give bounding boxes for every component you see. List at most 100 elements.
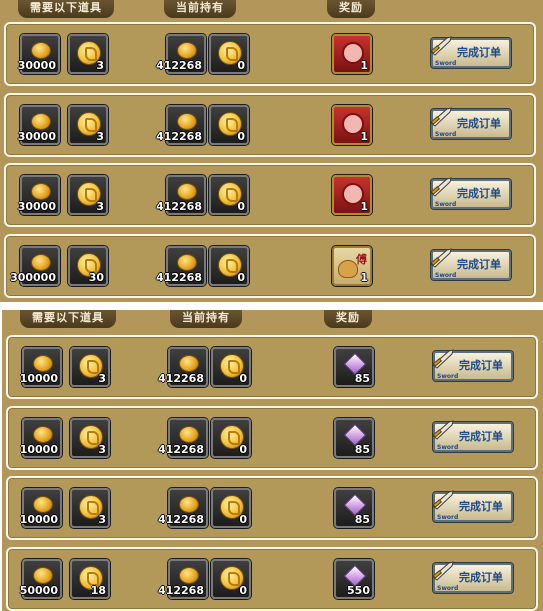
- sword-icon: [430, 248, 452, 268]
- complete-order-button[interactable]: 完成订单 Sword: [430, 36, 511, 68]
- held-token-slot[interactable]: 0: [209, 175, 249, 215]
- required-token-slot[interactable]: 30: [68, 246, 108, 286]
- sword-icon: [432, 349, 454, 369]
- header-required-items: 需要以下道具: [20, 310, 116, 328]
- required-coin-slot[interactable]: 10000: [19, 488, 62, 528]
- held-coin-slot[interactable]: 412268: [156, 246, 206, 286]
- held-coin-qty: 412268: [158, 584, 204, 597]
- held-coin-slot[interactable]: 412268: [158, 488, 208, 528]
- reward-slot[interactable]: 550: [334, 559, 374, 599]
- complete-order-label: 完成订单: [457, 258, 501, 271]
- order-panel-bottom: 需要以下道具 当前持有 奖励 10000 3 412268 0 85 完成订单: [2, 310, 543, 611]
- order-row: 50000 18 412268 0 550 完成订单 Sword: [6, 547, 538, 611]
- held-token-slot[interactable]: 0: [211, 418, 251, 458]
- held-token-slot[interactable]: 0: [211, 347, 251, 387]
- gold-coin-icon: [177, 183, 197, 200]
- reward-slot-bag[interactable]: 1: [332, 246, 372, 286]
- header-reward: 奖励: [324, 310, 372, 328]
- required-token-slot[interactable]: 3: [68, 34, 108, 74]
- gold-coin-icon: [31, 113, 51, 130]
- required-token-slot[interactable]: 3: [70, 418, 110, 458]
- sword-tag: Sword: [435, 272, 457, 279]
- required-token-slot[interactable]: 18: [70, 559, 110, 599]
- required-token-slot[interactable]: 3: [70, 347, 110, 387]
- required-coin-slot[interactable]: 30000: [17, 34, 60, 74]
- complete-order-button[interactable]: 完成订单 Sword: [432, 420, 513, 452]
- header-reward: 奖励: [327, 0, 375, 18]
- held-token-slot[interactable]: 0: [209, 105, 249, 145]
- held-token-slot[interactable]: 0: [211, 488, 251, 528]
- held-coin-slot[interactable]: 412268: [156, 105, 206, 145]
- gold-coin-icon: [177, 254, 197, 271]
- order-row: 10000 3 412268 0 85 完成订单 Sword: [6, 476, 538, 540]
- required-token-slot[interactable]: 3: [68, 175, 108, 215]
- required-coin-qty: 10000: [19, 372, 58, 385]
- required-token-slot[interactable]: 3: [70, 488, 110, 528]
- complete-order-label: 完成订单: [459, 359, 503, 372]
- reward-slot[interactable]: 85: [334, 418, 374, 458]
- held-coin-slot[interactable]: 412268: [156, 34, 206, 74]
- reward-slot-scroll[interactable]: 1: [332, 175, 372, 215]
- reward-slot-scroll[interactable]: 1: [332, 105, 372, 145]
- reward-qty: 85: [354, 372, 370, 385]
- required-coin-qty: 10000: [19, 513, 58, 526]
- complete-order-label: 完成订单: [459, 571, 503, 584]
- sword-tag: Sword: [435, 131, 457, 138]
- required-coin-qty: 30000: [17, 130, 56, 143]
- sword-icon: [430, 36, 452, 56]
- required-token-qty: 3: [98, 443, 106, 456]
- complete-order-label: 完成订单: [459, 500, 503, 513]
- gold-coin-icon: [33, 496, 53, 513]
- required-coin-slot[interactable]: 300000: [10, 246, 60, 286]
- required-coin-slot[interactable]: 30000: [17, 105, 60, 145]
- held-coin-qty: 412268: [158, 372, 204, 385]
- complete-order-button[interactable]: 完成订单 Sword: [432, 561, 513, 593]
- complete-order-button[interactable]: 完成订单 Sword: [430, 248, 511, 280]
- required-token-qty: 3: [96, 130, 104, 143]
- header-required-items: 需要以下道具: [18, 0, 114, 18]
- header-current-holdings: 当前持有: [164, 0, 236, 18]
- reward-qty: 1: [360, 200, 368, 213]
- held-coin-slot[interactable]: 412268: [158, 418, 208, 458]
- gold-coin-icon: [179, 567, 199, 584]
- required-coin-slot[interactable]: 10000: [20, 418, 62, 458]
- order-row: 300000 30 412268 0 1 完成订单 Sword: [4, 234, 536, 298]
- sword-tag: Sword: [435, 201, 457, 208]
- order-row: 30000 3 412268 0 1 完成订单 Sword: [4, 22, 536, 86]
- held-token-qty: 0: [239, 513, 247, 526]
- held-token-qty: 0: [237, 200, 245, 213]
- required-token-qty: 3: [96, 59, 104, 72]
- held-coin-slot[interactable]: 412268: [158, 559, 208, 599]
- complete-order-button[interactable]: 完成订单 Sword: [432, 490, 513, 522]
- complete-order-button[interactable]: 完成订单 Sword: [430, 107, 511, 139]
- complete-order-button[interactable]: 完成订单 Sword: [432, 349, 513, 381]
- gold-coin-icon: [177, 113, 197, 130]
- complete-order-label: 完成订单: [457, 117, 501, 130]
- required-coin-slot[interactable]: 50000: [20, 559, 62, 599]
- reward-slot[interactable]: 85: [334, 488, 374, 528]
- gold-coin-icon: [33, 567, 53, 584]
- sword-icon: [430, 177, 452, 197]
- held-token-slot[interactable]: 0: [209, 34, 249, 74]
- reward-slot-scroll[interactable]: 1: [332, 34, 372, 74]
- required-token-qty: 3: [98, 513, 106, 526]
- sword-tag: Sword: [437, 444, 459, 451]
- held-token-qty: 0: [239, 372, 247, 385]
- reward-qty: 85: [354, 513, 370, 526]
- held-coin-qty: 412268: [156, 271, 202, 284]
- required-coin-slot[interactable]: 30000: [18, 175, 60, 215]
- held-token-qty: 0: [239, 443, 247, 456]
- reward-qty: 550: [347, 584, 370, 597]
- held-coin-slot[interactable]: 412268: [156, 175, 206, 215]
- required-token-slot[interactable]: 3: [68, 105, 108, 145]
- gold-coin-icon: [33, 355, 53, 372]
- held-coin-slot[interactable]: 412268: [158, 347, 208, 387]
- required-coin-slot[interactable]: 10000: [19, 347, 62, 387]
- complete-order-button[interactable]: 完成订单 Sword: [430, 177, 511, 209]
- required-coin-qty: 30000: [17, 59, 56, 72]
- required-token-qty: 3: [98, 372, 106, 385]
- reward-slot[interactable]: 85: [334, 347, 374, 387]
- held-token-slot[interactable]: 0: [211, 559, 251, 599]
- held-token-slot[interactable]: 0: [209, 246, 249, 286]
- held-coin-qty: 412268: [158, 443, 204, 456]
